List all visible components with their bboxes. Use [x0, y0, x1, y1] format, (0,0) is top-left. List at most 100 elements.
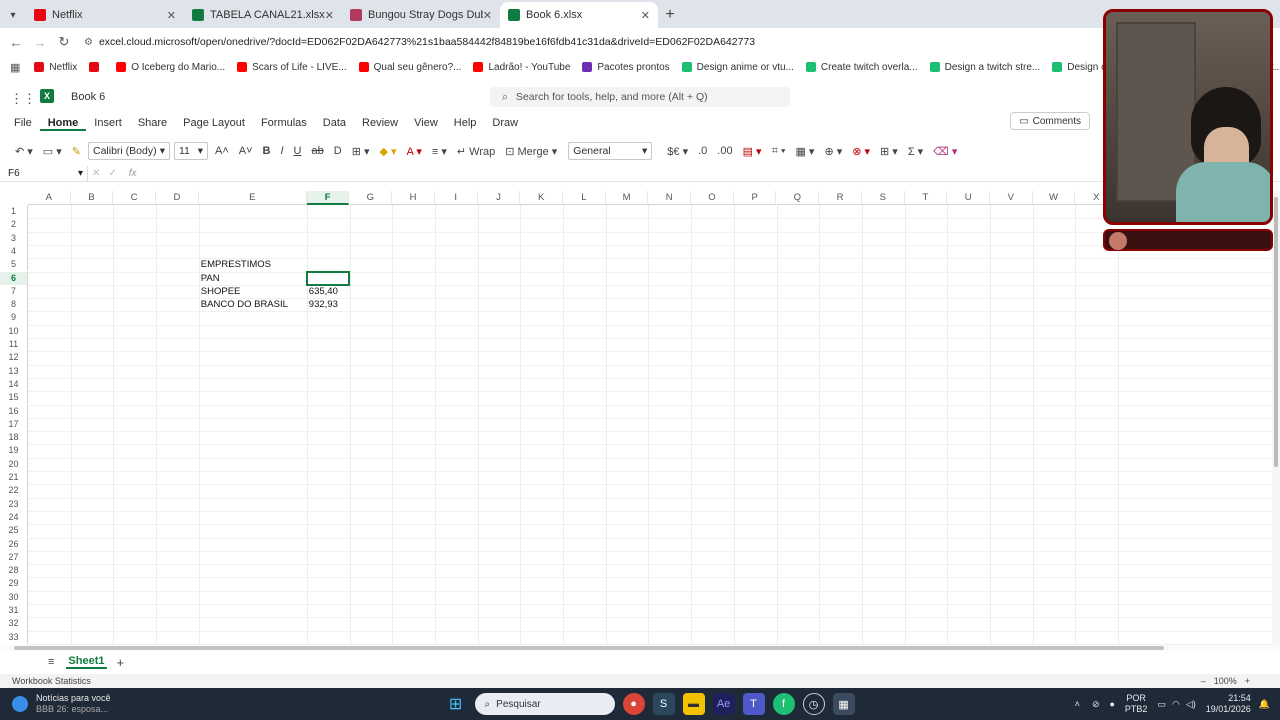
- mic-icon[interactable]: ●: [1109, 699, 1114, 709]
- add-sheet-icon[interactable]: +: [117, 655, 125, 670]
- column-header[interactable]: B: [70, 191, 114, 205]
- close-icon[interactable]: ✕: [325, 9, 334, 22]
- font-name-dropdown[interactable]: Calibri (Body) ▾: [88, 142, 170, 160]
- ribbon-tab[interactable]: Page Layout: [175, 117, 253, 131]
- start-icon[interactable]: ⊞: [445, 693, 467, 715]
- cell[interactable]: 932,93: [309, 298, 338, 311]
- teams-icon[interactable]: T: [742, 693, 765, 715]
- search-box[interactable]: ⌕ Search for tools, help, and more (Alt …: [490, 87, 790, 107]
- bookmark-item[interactable]: Scars of Life - LIVE...: [237, 62, 347, 73]
- row-header[interactable]: 26: [0, 537, 28, 551]
- column-header[interactable]: I: [434, 191, 478, 205]
- network-off-icon[interactable]: ⊘: [1092, 699, 1100, 710]
- column-header[interactable]: V: [990, 191, 1033, 205]
- row-header[interactable]: 7: [0, 284, 28, 299]
- cell[interactable]: BANCO DO BRASIL: [201, 298, 288, 311]
- column-header[interactable]: H: [392, 191, 435, 205]
- ribbon-tab[interactable]: Formulas: [253, 117, 315, 131]
- row-header[interactable]: 31: [0, 604, 28, 618]
- column-header[interactable]: M: [605, 191, 649, 205]
- column-header[interactable]: P: [733, 191, 777, 205]
- document-name[interactable]: Book 6: [71, 91, 105, 103]
- row-header[interactable]: 30: [0, 590, 28, 604]
- column-header[interactable]: S: [861, 191, 905, 205]
- new-tab-button[interactable]: +: [658, 6, 682, 24]
- ribbon-tab[interactable]: Home: [39, 117, 87, 131]
- number-format-dropdown[interactable]: General ▾: [568, 142, 653, 160]
- autosum-icon[interactable]: Σ ▾: [903, 145, 928, 158]
- column-header[interactable]: L: [563, 191, 606, 205]
- row-header[interactable]: 18: [0, 431, 28, 445]
- delete-cells-icon[interactable]: ⊗ ▾: [847, 145, 875, 158]
- row-header[interactable]: 25: [0, 524, 28, 538]
- row-header[interactable]: 23: [0, 497, 28, 511]
- merge-button[interactable]: ⊡ Merge ▾: [500, 145, 562, 158]
- cell[interactable]: SHOPEE: [201, 285, 241, 298]
- row-header[interactable]: 14: [0, 377, 28, 392]
- row-header[interactable]: 5: [0, 258, 28, 272]
- tray-chevron-icon[interactable]: ˄: [1075, 699, 1080, 709]
- column-header[interactable]: U: [947, 191, 990, 205]
- ribbon-tab[interactable]: Help: [446, 117, 485, 131]
- decrease-font-icon[interactable]: A˅: [234, 145, 258, 157]
- ribbon-tab[interactable]: Share: [130, 117, 175, 131]
- name-box[interactable]: F6 ▾: [0, 165, 88, 182]
- scroll-thumb[interactable]: [1274, 197, 1278, 467]
- forward-icon[interactable]: →: [28, 35, 52, 50]
- format-painter-icon[interactable]: ✎: [67, 145, 86, 158]
- cell[interactable]: PAN: [201, 272, 220, 285]
- clock-app-icon[interactable]: ◷: [802, 693, 825, 715]
- ribbon-tab[interactable]: View: [406, 117, 446, 131]
- row-header[interactable]: 32: [0, 617, 28, 631]
- file-explorer-icon[interactable]: ▬: [682, 693, 705, 715]
- ribbon-tab[interactable]: Data: [315, 117, 354, 131]
- column-header[interactable]: C: [113, 191, 157, 205]
- zoom-out-icon[interactable]: –: [1201, 676, 1206, 686]
- row-header[interactable]: 8: [0, 298, 28, 312]
- fx-icon[interactable]: fx: [121, 168, 145, 179]
- column-header[interactable]: F: [306, 191, 350, 205]
- column-header[interactable]: G: [349, 191, 393, 205]
- tab-search-icon[interactable]: ▾: [0, 10, 26, 21]
- conditional-format-icon[interactable]: ▤ ▾: [738, 145, 767, 158]
- borders-icon[interactable]: ⊞ ▾: [347, 145, 375, 158]
- reload-icon[interactable]: ↻: [52, 34, 76, 50]
- format-cells-icon[interactable]: ⊞ ▾: [875, 145, 903, 158]
- increase-font-icon[interactable]: A˄: [210, 145, 234, 157]
- insert-cells-icon[interactable]: ⊕ ▾: [819, 145, 847, 158]
- ribbon-tab[interactable]: Insert: [86, 117, 130, 131]
- column-header[interactable]: D: [156, 191, 199, 205]
- steam-icon[interactable]: S: [652, 693, 675, 715]
- column-header[interactable]: R: [819, 191, 862, 205]
- notification-icon[interactable]: 🔔: [1259, 699, 1270, 710]
- strikethrough-icon[interactable]: ab: [307, 145, 329, 157]
- spreadsheet-grid[interactable]: A B C D E F G H I J K L M N O P Q R S T U V W X 1 2 3 4 5 6 7 8 9 10 11 12 1…: [0, 191, 1272, 645]
- fill-color-icon[interactable]: ◆ ▾: [375, 145, 402, 158]
- column-header[interactable]: W: [1032, 191, 1076, 205]
- italic-icon[interactable]: I: [275, 145, 288, 157]
- active-cell[interactable]: [305, 270, 351, 286]
- row-header[interactable]: 12: [0, 351, 28, 365]
- bookmark-item[interactable]: Design anime or vtu...: [681, 62, 794, 73]
- display-icon[interactable]: ▭: [1157, 699, 1166, 710]
- site-info-icon[interactable]: ⚙: [84, 37, 93, 48]
- back-icon[interactable]: ←: [4, 35, 28, 50]
- paste-icon[interactable]: ▭ ▾: [38, 145, 67, 158]
- row-header[interactable]: 19: [0, 444, 28, 458]
- column-header[interactable]: O: [691, 191, 734, 205]
- bookmark-item[interactable]: [89, 62, 104, 72]
- bookmark-item[interactable]: Design a twitch stre...: [929, 62, 1040, 73]
- font-color-icon[interactable]: A ▾: [402, 145, 427, 158]
- close-icon[interactable]: ✕: [167, 9, 176, 22]
- cell-styles-icon[interactable]: ▦ ▾: [790, 145, 819, 158]
- row-header[interactable]: 9: [0, 311, 28, 325]
- ribbon-tab[interactable]: File: [6, 117, 40, 131]
- comments-button[interactable]: ▭ Comments: [1010, 112, 1090, 130]
- row-header[interactable]: 22: [0, 484, 28, 498]
- column-header[interactable]: Q: [776, 191, 820, 205]
- row-header[interactable]: 13: [0, 364, 28, 378]
- row-header[interactable]: 27: [0, 550, 28, 565]
- underline-icon[interactable]: U: [289, 145, 307, 157]
- clear-icon[interactable]: ⌫ ▾: [928, 145, 962, 158]
- decrease-decimal-icon[interactable]: .0: [693, 145, 712, 157]
